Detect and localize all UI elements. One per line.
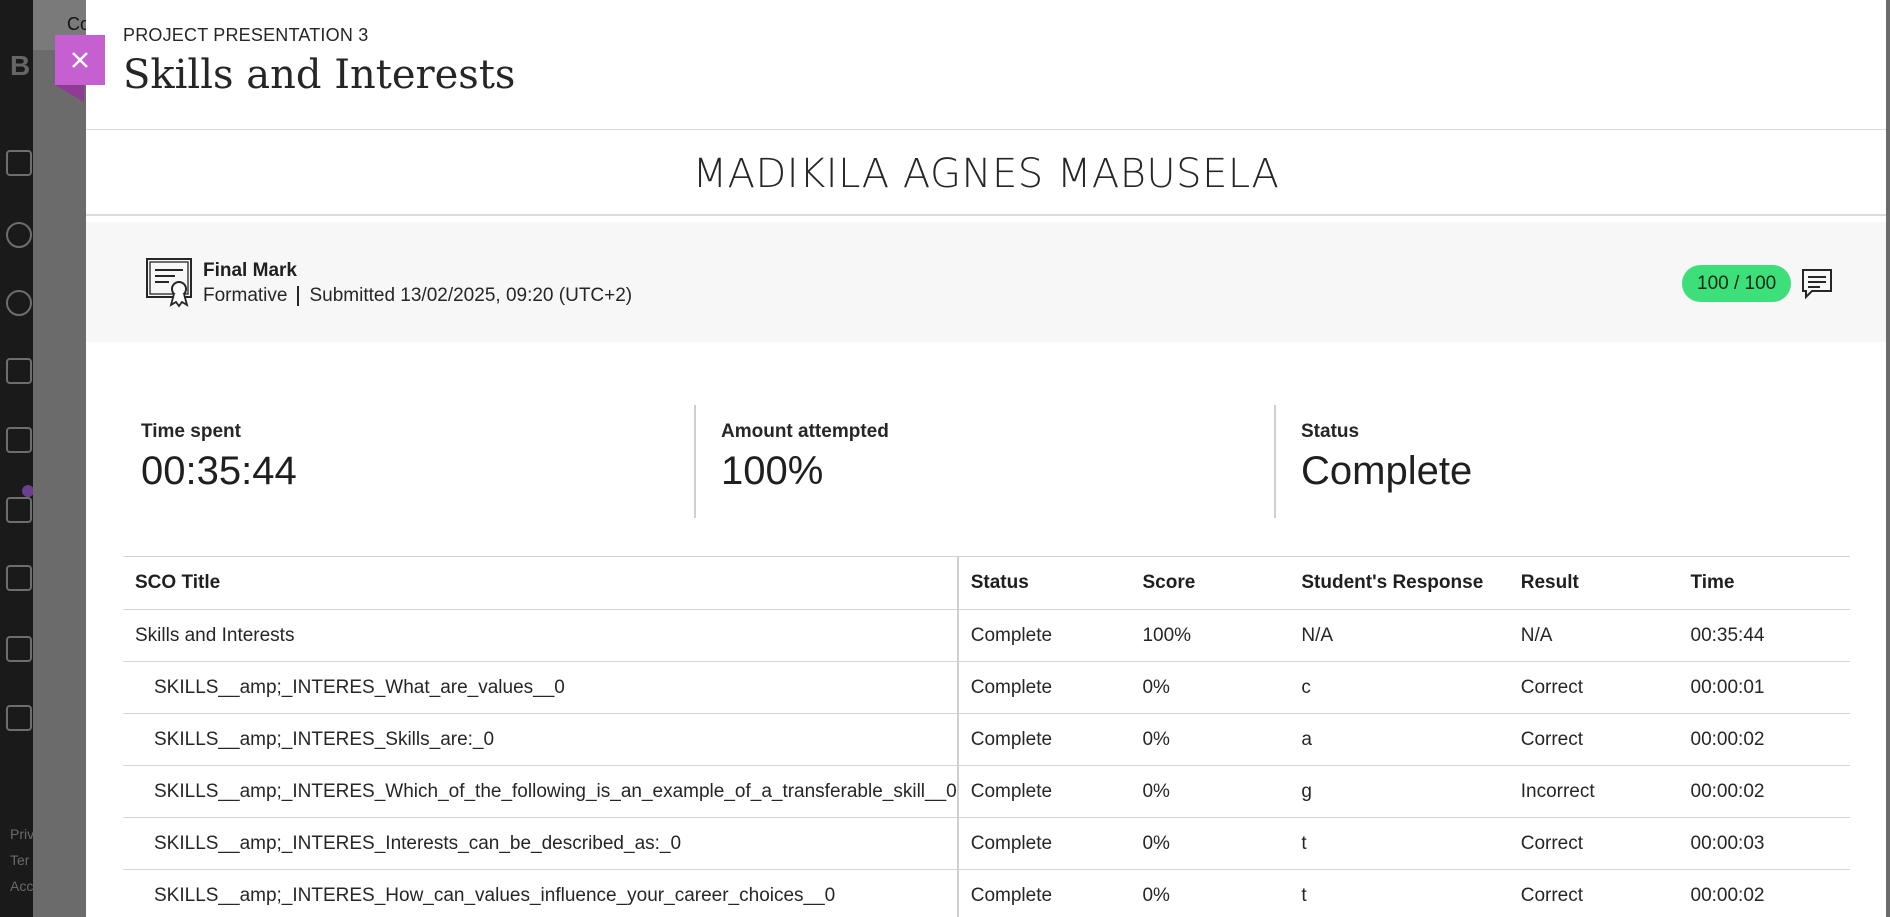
close-button-flag [55, 85, 84, 102]
column-header-score: Score [1130, 556, 1290, 610]
cell-status: Complete [957, 661, 1131, 714]
background-footer-1: Priv [10, 826, 35, 842]
cell-status: Complete [957, 609, 1131, 662]
institution-icon [6, 150, 32, 176]
cell-response: t [1289, 869, 1509, 917]
calendar-icon [6, 427, 32, 453]
cell-time: 00:00:02 [1678, 765, 1850, 818]
cell-time: 00:00:01 [1678, 661, 1850, 714]
table-row: SKILLS__amp;_INTERES_Interests_can_be_de… [123, 817, 1850, 870]
certificate-icon [146, 258, 192, 308]
cell-response: N/A [1289, 609, 1509, 662]
cell-result: Correct [1508, 869, 1679, 917]
cell-result: Incorrect [1508, 765, 1679, 818]
final-mark-title: Final Mark [203, 260, 297, 281]
cell-score: 0% [1130, 661, 1290, 714]
stat-divider [694, 405, 696, 518]
column-header-sco-title: SCO Title [123, 556, 959, 610]
cell-result: Correct [1508, 661, 1679, 714]
cell-response: c [1289, 661, 1509, 714]
messages-icon [6, 497, 32, 523]
courses-icon [6, 358, 32, 384]
assessment-type: Formative [203, 285, 288, 306]
stat-label: Status [1301, 421, 1360, 442]
cell-time: 00:00:03 [1678, 817, 1850, 870]
table-row: SKILLS__amp;_INTERES_Which_of_the_follow… [123, 765, 1850, 818]
cell-sco-title: Skills and Interests [123, 609, 959, 662]
background-brand: B [10, 50, 31, 81]
cell-sco-title: SKILLS__amp;_INTERES_Which_of_the_follow… [123, 765, 959, 818]
cell-status: Complete [957, 765, 1131, 818]
stat-divider [1274, 405, 1276, 518]
background-nav: B Priv Ter Acc [0, 0, 35, 917]
column-header-status: Status [957, 556, 1131, 610]
cell-response: g [1289, 765, 1509, 818]
cell-sco-title: SKILLS__amp;_INTERES_Skills_are:_0 [123, 713, 959, 766]
score-badge[interactable]: 100 / 100 [1682, 265, 1792, 302]
attempt-stats: Time spent 00:35:44 Amount attempted 100… [86, 405, 1886, 518]
student-bar: MADIKILA AGNES MABUSELA [86, 131, 1886, 216]
table-header-row: SCO Title Status Score Student's Respons… [123, 556, 1850, 610]
background-footer-2: Ter [10, 852, 30, 868]
column-header-result: Result [1508, 556, 1679, 610]
cell-time: 00:00:02 [1678, 869, 1850, 917]
cell-status: Complete [957, 713, 1131, 766]
cell-score: 0% [1130, 765, 1290, 818]
cell-sco-title: SKILLS__amp;_INTERES_How_can_values_infl… [123, 869, 959, 917]
cell-result: Correct [1508, 713, 1679, 766]
cell-time: 00:35:44 [1678, 609, 1850, 662]
cell-score: 100% [1130, 609, 1290, 662]
signout-icon [6, 705, 32, 731]
cell-status: Complete [957, 869, 1131, 917]
subtitle-divider [297, 286, 300, 306]
grades-icon [6, 565, 32, 591]
table-row: SKILLS__amp;_INTERES_What_are_values__0 … [123, 661, 1850, 714]
final-mark-subtitle: Formative Submitted 13/02/2025, 09:20 (U… [203, 285, 632, 307]
background-footer-3: Acc [10, 878, 34, 894]
cell-result: Correct [1508, 817, 1679, 870]
attempt-panel: PROJECT PRESENTATION 3 Skills and Intere… [86, 0, 1886, 917]
sco-table: SCO Title Status Score Student's Respons… [123, 556, 1850, 917]
cell-sco-title: SKILLS__amp;_INTERES_Interests_can_be_de… [123, 817, 959, 870]
final-mark-row: Final Mark Formative Submitted 13/02/202… [86, 222, 1886, 342]
cell-sco-title: SKILLS__amp;_INTERES_What_are_values__0 [123, 661, 959, 714]
profile-icon [6, 222, 32, 248]
column-header-response: Student's Response [1289, 556, 1509, 610]
tools-icon [6, 636, 32, 662]
panel-eyebrow: PROJECT PRESENTATION 3 [123, 25, 369, 45]
close-icon [72, 52, 88, 68]
page-title: Skills and Interests [123, 52, 516, 98]
cell-score: 0% [1130, 817, 1290, 870]
column-header-time: Time [1678, 556, 1850, 610]
cell-result: N/A [1508, 609, 1679, 662]
feedback-icon[interactable] [1800, 267, 1834, 301]
cell-score: 0% [1130, 869, 1290, 917]
stat-value: 00:35:44 [141, 449, 297, 493]
panel-header: PROJECT PRESENTATION 3 Skills and Intere… [86, 0, 1886, 130]
cell-time: 00:00:02 [1678, 713, 1850, 766]
table-row: SKILLS__amp;_INTERES_How_can_values_infl… [123, 869, 1850, 917]
stat-label: Time spent [141, 421, 241, 442]
globe-icon [6, 290, 32, 316]
table-row: Skills and Interests Complete 100% N/A N… [123, 609, 1850, 662]
submitted-date: Submitted 13/02/2025, 09:20 (UTC+2) [309, 285, 633, 306]
stat-label: Amount attempted [721, 421, 889, 442]
cell-score: 0% [1130, 713, 1290, 766]
cell-response: t [1289, 817, 1509, 870]
cell-status: Complete [957, 817, 1131, 870]
student-name: MADIKILA AGNES MABUSELA [692, 151, 1280, 197]
close-button[interactable] [55, 35, 105, 85]
stat-value: Complete [1301, 449, 1473, 493]
cell-response: a [1289, 713, 1509, 766]
stat-value: 100% [721, 449, 824, 493]
table-row: SKILLS__amp;_INTERES_Skills_are:_0 Compl… [123, 713, 1850, 766]
